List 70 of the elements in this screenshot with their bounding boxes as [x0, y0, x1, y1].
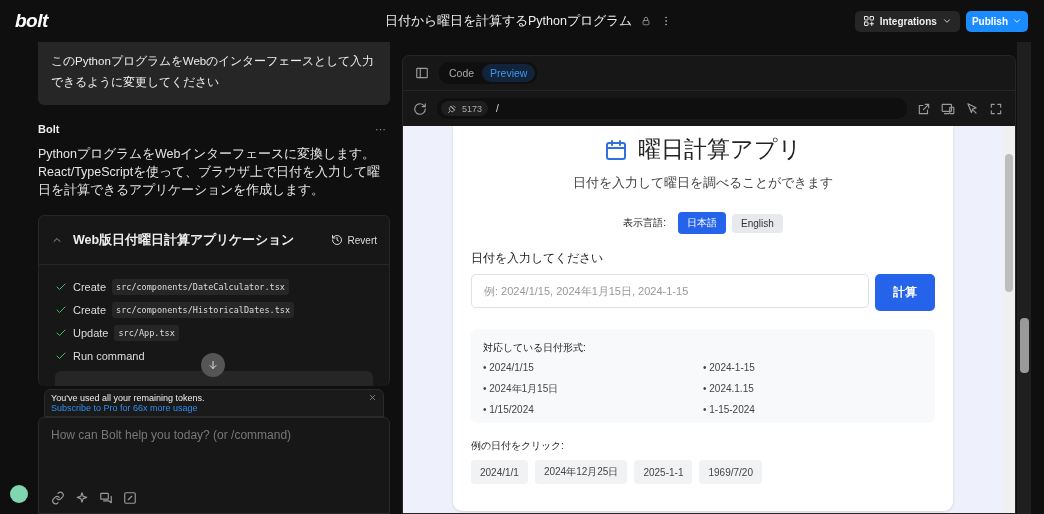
cursor-icon[interactable]: [965, 101, 979, 116]
sparkle-icon[interactable]: [75, 491, 89, 505]
format-item: • 2024/1/15: [483, 361, 535, 375]
sidebar-icon[interactable]: [415, 66, 429, 80]
chat-input-box[interactable]: How can Bolt help you today? (or /command): [38, 417, 390, 514]
view-tab[interactable]: Code: [441, 64, 483, 82]
subscribe-link[interactable]: Subscribe to Pro for 66x more usage: [51, 403, 205, 413]
format-item: • 1-15-2024: [703, 403, 756, 417]
language-label: 表示言語:: [623, 216, 666, 230]
scrollbar[interactable]: [1017, 42, 1031, 514]
assistant-name: Bolt: [38, 123, 60, 135]
chat-input[interactable]: How can Bolt help you today? (or /command): [51, 428, 377, 468]
view-tab[interactable]: Preview: [482, 64, 536, 82]
grid-icon: [862, 15, 875, 27]
integrations-button[interactable]: Integrations: [854, 10, 960, 32]
revert-button[interactable]: Revert: [330, 234, 377, 246]
app-title: 曜日計算アプリ: [638, 135, 802, 164]
example-date-button[interactable]: 1969/7/20: [699, 460, 762, 484]
project-title: 日付から曜日を計算するPythonプログラム: [385, 12, 632, 30]
reload-icon[interactable]: [413, 101, 427, 116]
message-text: React/TypeScriptを使って、ブラウザ上で日付を入力して曜日を計算できるアプリケーションを作成します。: [38, 164, 382, 199]
notice-text: You've used all your remaining tokens.: [51, 393, 205, 403]
scrollbar[interactable]: [1003, 126, 1015, 513]
format-item: • 2024年1月15日: [483, 382, 560, 396]
calculate-button[interactable]: 計算: [875, 274, 935, 311]
action-label: Run command: [73, 349, 145, 362]
port-number: 5173: [462, 103, 483, 114]
calendar-icon: [604, 137, 628, 162]
edit-icon[interactable]: [123, 491, 137, 505]
file-path: src/App.tsx: [114, 324, 179, 341]
example-date-button[interactable]: 2025-1-1: [634, 460, 693, 484]
message-text: PythonプログラムをWebインターフェースに変換します。: [38, 146, 377, 163]
file-path: src/components/DateCalculator.tsx: [112, 278, 289, 295]
arrow-down-icon: [207, 359, 219, 371]
fullscreen-icon[interactable]: [989, 101, 1003, 116]
language-button[interactable]: English: [732, 213, 783, 233]
format-item: • 1/15/2024: [483, 403, 535, 417]
history-icon: [330, 234, 343, 246]
external-link-icon[interactable]: [917, 101, 931, 116]
action-label: Update: [73, 326, 109, 339]
examples-label: 例の日付をクリック:: [471, 439, 565, 453]
devices-icon[interactable]: [941, 101, 955, 116]
input-label: 日付を入力してください: [471, 250, 604, 267]
url-bar[interactable]: 5173 /: [437, 98, 907, 119]
chevron-down-icon: [941, 16, 952, 26]
language-button[interactable]: 日本語: [678, 212, 726, 234]
port-badge[interactable]: 5173: [441, 101, 489, 116]
action-label: Create: [73, 303, 107, 316]
example-date-button[interactable]: 2024年12月25日: [534, 460, 628, 484]
formats-title: 対応している日付形式:: [483, 341, 587, 355]
user-message: このPythonプログラムをWebのインターフェースとして入力できるように変更してください: [38, 42, 390, 105]
logo[interactable]: bolt: [15, 10, 385, 32]
plug-icon: [447, 103, 458, 114]
more-button[interactable]: ···: [375, 123, 386, 135]
avatar[interactable]: [10, 485, 28, 503]
example-date-button[interactable]: 2024/1/1: [471, 460, 528, 484]
action-label: Create: [73, 280, 107, 293]
close-icon[interactable]: [368, 393, 377, 402]
link-icon[interactable]: [51, 491, 65, 505]
format-item: • 2024-1-15: [703, 361, 756, 375]
chat-icon[interactable]: [99, 491, 113, 505]
artifact-title: Web版日付曜日計算アプリケーション: [73, 231, 296, 249]
file-path: src/components/HistoricalDates.tsx: [112, 301, 295, 318]
format-item: • 2024.1.15: [703, 382, 755, 396]
lock-icon: [640, 16, 651, 26]
chevron-down-icon: [1012, 16, 1022, 26]
date-input[interactable]: 例: 2024/1/15, 2024年1月15日, 2024-1-15: [471, 274, 869, 308]
app-subtitle: 日付を入力して曜日を調べることができます: [572, 175, 834, 192]
scroll-down-button[interactable]: [201, 353, 225, 377]
url-path: /: [496, 103, 499, 114]
